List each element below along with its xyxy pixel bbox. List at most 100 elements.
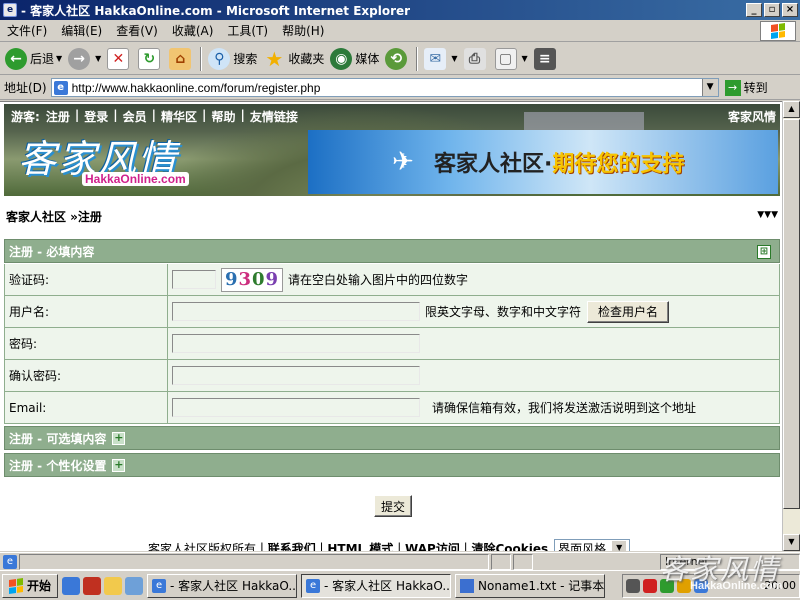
tray-app-icon[interactable] bbox=[643, 578, 657, 593]
menu-bar: 文件(F) 编辑(E) 查看(V) 收藏(A) 工具(T) 帮助(H) bbox=[0, 20, 800, 42]
menu-help[interactable]: 帮助(H) bbox=[275, 22, 331, 39]
system-tray: 20:00 bbox=[622, 573, 800, 598]
chevron-down-icon[interactable]: ▼ bbox=[612, 541, 627, 551]
media-globe-icon: ◉ bbox=[330, 47, 353, 70]
chevron-down-icon[interactable]: ▼ bbox=[522, 54, 528, 63]
close-button[interactable]: × bbox=[782, 3, 798, 17]
tray-app-icon[interactable] bbox=[677, 578, 691, 593]
clock[interactable]: 20:00 bbox=[764, 579, 796, 592]
footer-wap-link[interactable]: WAP访问 bbox=[405, 540, 460, 552]
nav-members[interactable]: 会员 bbox=[120, 108, 150, 125]
nav-login[interactable]: 登录 bbox=[81, 108, 111, 125]
collapse-icon[interactable]: ⊞ bbox=[757, 245, 771, 259]
menu-view[interactable]: 查看(V) bbox=[109, 22, 165, 39]
media-label: 媒体 bbox=[355, 52, 380, 66]
section-personal-header[interactable]: 注册 - 个性化设置 + bbox=[4, 453, 780, 477]
nav-help[interactable]: 帮助 bbox=[208, 108, 238, 125]
ie-quicklaunch-icon[interactable] bbox=[62, 576, 81, 595]
check-username-button[interactable]: 检查用户名 bbox=[587, 300, 670, 323]
footer-copyright: 客家人社区版权所有 bbox=[148, 541, 257, 552]
captcha-input[interactable] bbox=[172, 270, 216, 289]
site-logo[interactable]: 客家风情 HakkaOnline.com bbox=[18, 128, 193, 192]
collapse-arrows-icon[interactable]: ▼▼▼ bbox=[757, 210, 778, 220]
refresh-button[interactable]: ↻ bbox=[135, 45, 166, 73]
forward-button[interactable]: → ▼ bbox=[65, 45, 104, 73]
edit-page-icon: ▢ bbox=[494, 47, 517, 70]
status-pane bbox=[513, 553, 533, 570]
address-url[interactable]: http://www.hakkaonline.com/forum/registe… bbox=[72, 81, 702, 95]
section-optional-title: 注册 - 可选填内容 bbox=[9, 431, 107, 446]
desktop-quicklaunch-icon[interactable] bbox=[125, 576, 144, 595]
email-label: Email: bbox=[5, 392, 168, 423]
menu-edit[interactable]: 编辑(E) bbox=[54, 22, 109, 39]
section-optional-header[interactable]: 注册 - 可选填内容 + bbox=[4, 426, 780, 450]
volume-icon[interactable] bbox=[694, 578, 708, 593]
windows-flag-icon bbox=[760, 21, 796, 41]
address-input[interactable]: e http://www.hakkaonline.com/forum/regis… bbox=[50, 78, 719, 97]
favorites-button[interactable]: ★ 收藏夹 bbox=[260, 45, 327, 73]
folder-quicklaunch-icon[interactable] bbox=[104, 576, 123, 595]
scroll-up-icon[interactable]: ▲ bbox=[783, 101, 800, 118]
media-button[interactable]: ◉ 媒体 bbox=[327, 45, 382, 73]
chevron-down-icon[interactable]: ▼ bbox=[451, 54, 457, 63]
email-input[interactable] bbox=[172, 398, 420, 417]
scroll-thumb[interactable] bbox=[783, 119, 800, 509]
menu-file[interactable]: 文件(F) bbox=[0, 22, 54, 39]
star-icon: ★ bbox=[265, 46, 284, 71]
home-icon: ⌂ bbox=[169, 47, 192, 70]
page-content: 游客: 注册 | 登录 | 会员 | 精华区 | 帮助 | 友情链接 客家风情 … bbox=[0, 101, 782, 551]
minimize-button[interactable]: _ bbox=[746, 3, 762, 17]
edit-button[interactable]: ▢ ▼ bbox=[492, 45, 531, 73]
mail-button[interactable]: ✉ ▼ bbox=[421, 45, 460, 73]
footer-divider: | bbox=[256, 541, 268, 551]
site-style-link[interactable]: 客家风情 bbox=[728, 108, 776, 125]
submit-button[interactable]: 提交 bbox=[374, 495, 413, 517]
standard-toolbar: ← 后退 ▼ → ▼ ✕ ↻ ⌂ ⚲ 搜索 ★ 收藏夹 ◉ 媒体 ⟲ ✉ ▼ ⎙… bbox=[0, 43, 800, 75]
back-button[interactable]: ← 后退 ▼ bbox=[2, 45, 65, 73]
page-footer: 客家人社区版权所有 | 联系我们 | HTML 模式 | WAP访问 | 清除C… bbox=[148, 539, 631, 552]
footer-contact-link[interactable]: 联系我们 bbox=[268, 540, 316, 552]
tray-app-icon[interactable] bbox=[660, 578, 674, 593]
taskbar-item-ie-2[interactable]: e - 客家人社区 HakkaO... bbox=[301, 573, 452, 598]
print-button[interactable]: ⎙ bbox=[461, 45, 492, 73]
nav-divider: | bbox=[113, 108, 118, 122]
expand-icon[interactable]: + bbox=[112, 431, 126, 445]
app-quicklaunch-icon[interactable] bbox=[83, 576, 102, 595]
start-button[interactable]: 开始 bbox=[2, 573, 59, 598]
status-text-pane bbox=[19, 553, 489, 570]
vertical-scrollbar[interactable]: ▲ ▼ bbox=[782, 101, 800, 551]
footer-divider: | bbox=[315, 541, 328, 551]
style-select[interactable]: 界面风格 ▼ bbox=[554, 539, 631, 551]
nav-digest[interactable]: 精华区 bbox=[158, 108, 200, 125]
messenger-button[interactable]: ≡ bbox=[531, 45, 562, 73]
home-button[interactable]: ⌂ bbox=[166, 45, 197, 73]
confirm-password-input[interactable] bbox=[172, 366, 420, 385]
go-button[interactable]: → 转到 bbox=[724, 79, 768, 96]
footer-html-link[interactable]: HTML 模式 bbox=[327, 540, 393, 552]
taskbar-item-ie-1[interactable]: e - 客家人社区 HakkaO... bbox=[147, 573, 298, 598]
nav-links[interactable]: 友情链接 bbox=[247, 108, 301, 125]
forward-arrow-icon: → bbox=[68, 47, 91, 70]
internet-zone-label: Internet bbox=[665, 555, 709, 568]
history-button[interactable]: ⟲ bbox=[382, 45, 413, 73]
maximize-button[interactable]: ▫ bbox=[764, 3, 780, 17]
status-bar: e Internet bbox=[0, 552, 800, 570]
expand-icon[interactable]: + bbox=[112, 458, 126, 472]
captcha-label: 验证码: bbox=[5, 264, 168, 295]
nav-register[interactable]: 注册 bbox=[43, 108, 73, 125]
taskbar-item-notepad[interactable]: Noname1.txt - 记事本 bbox=[455, 573, 606, 598]
password-input[interactable] bbox=[172, 334, 420, 353]
keyboard-icon[interactable] bbox=[626, 578, 640, 593]
menu-favorites[interactable]: 收藏(A) bbox=[165, 22, 221, 39]
search-button[interactable]: ⚲ 搜索 bbox=[205, 45, 260, 73]
menu-tools[interactable]: 工具(T) bbox=[220, 22, 275, 39]
chevron-down-icon[interactable]: ▼ bbox=[701, 79, 718, 96]
username-input[interactable] bbox=[172, 302, 420, 321]
stop-button[interactable]: ✕ bbox=[104, 45, 135, 73]
chevron-down-icon[interactable]: ▼ bbox=[56, 54, 62, 63]
footer-cookies-link[interactable]: 清除Cookies bbox=[472, 540, 549, 552]
chevron-down-icon[interactable]: ▼ bbox=[95, 54, 101, 63]
window-titlebar[interactable]: e - 客家人社区 HakkaOnline.com - Microsoft In… bbox=[0, 0, 800, 20]
printer-icon: ⎙ bbox=[463, 47, 486, 70]
scroll-down-icon[interactable]: ▼ bbox=[783, 534, 800, 551]
